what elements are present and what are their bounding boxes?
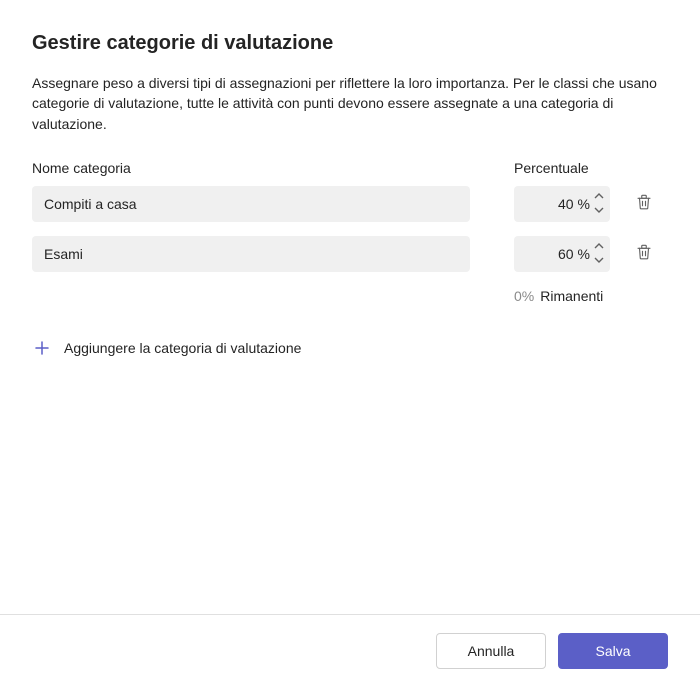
percentage-value: 40 [514,196,578,212]
chevron-up-icon[interactable] [592,189,606,203]
header-category-name: Nome categoria [32,160,470,176]
dialog-title: Gestire categorie di valutazione [32,32,668,55]
category-row: 60 % [32,236,668,272]
trash-icon [635,243,653,264]
chevron-up-icon[interactable] [592,239,606,253]
delete-row-button[interactable] [632,242,656,266]
category-name-input[interactable] [32,186,470,222]
dialog-footer: Annulla Salva [0,614,700,686]
header-percentage: Percentuale [514,160,614,176]
remaining-percentage: 0% [514,288,534,304]
chevron-down-icon[interactable] [592,203,606,217]
dialog-description: Assegnare peso a diversi tipi di assegna… [32,73,668,134]
percentage-spinner [592,239,606,267]
category-name-input[interactable] [32,236,470,272]
chevron-down-icon[interactable] [592,253,606,267]
percentage-value: 60 [514,246,578,262]
remaining-indicator: 0% Rimanenti [514,288,668,304]
manage-grading-categories-dialog: Gestire categorie di valutazione Assegna… [0,0,700,686]
delete-row-button[interactable] [632,192,656,216]
percentage-spinner [592,189,606,217]
category-row: 40 % [32,186,668,222]
percentage-input[interactable]: 60 % [514,236,610,272]
add-category-label: Aggiungere la categoria di valutazione [64,340,301,356]
cancel-button[interactable]: Annulla [436,633,546,669]
add-category-button[interactable]: Aggiungere la categoria di valutazione [32,338,668,358]
column-headers: Nome categoria Percentuale [32,160,668,176]
plus-icon [32,338,52,358]
save-button[interactable]: Salva [558,633,668,669]
percentage-input[interactable]: 40 % [514,186,610,222]
remaining-label: Rimanenti [540,288,603,304]
trash-icon [635,193,653,214]
